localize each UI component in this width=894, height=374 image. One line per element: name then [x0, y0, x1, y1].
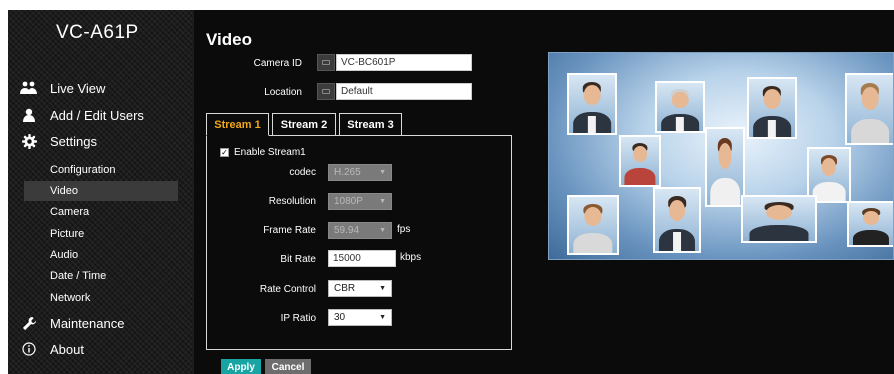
tab-stream-3[interactable]: Stream 3 [339, 113, 402, 136]
location-input[interactable] [336, 83, 472, 100]
nav-add-edit-users[interactable]: Add / Edit Users [18, 104, 144, 126]
page-title: Video [206, 30, 252, 49]
rate-control-value: CBR [334, 283, 356, 294]
cancel-button[interactable]: Cancel [265, 359, 311, 374]
bit-rate-input[interactable] [328, 250, 396, 267]
frame-rate-unit: fps [397, 224, 411, 235]
nav-label: About [50, 341, 84, 357]
person-photo [847, 201, 893, 247]
nav-live-view[interactable]: Live View [18, 77, 105, 99]
camera-id-label: Camera ID [253, 58, 302, 69]
enable-stream-checkbox[interactable]: ✓ [220, 148, 229, 157]
codec-value: H.265 [334, 167, 361, 178]
bit-rate-label: Bit Rate [280, 254, 316, 265]
location-label: Location [264, 87, 302, 98]
chevron-down-icon: ▼ [379, 198, 386, 205]
chevron-down-icon: ▼ [379, 169, 386, 176]
nav-label: Settings [50, 133, 97, 149]
resolution-label: Resolution [268, 196, 316, 207]
ip-ratio-label: IP Ratio [280, 313, 316, 324]
chevron-down-icon: ▼ [379, 314, 386, 321]
nav-camera[interactable]: Camera [24, 202, 178, 222]
nav-audio[interactable]: Audio [24, 245, 178, 265]
resolution-value: 1080P [334, 196, 363, 207]
codec-select: H.265 ▼ [328, 164, 392, 181]
app-window: VC-A61P Live View Add / Edit Users Setti… [8, 10, 894, 374]
person-photo [845, 73, 893, 145]
user-icon [18, 108, 40, 122]
frame-rate-label: Frame Rate [263, 225, 316, 236]
rate-control-label: Rate Control [259, 284, 316, 295]
enable-stream-row[interactable]: ✓ Enable Stream1 [220, 147, 306, 158]
nav-about[interactable]: About [18, 338, 84, 360]
nav-video[interactable]: Video [24, 181, 178, 201]
tab-stream-1[interactable]: Stream 1 [206, 113, 269, 136]
chevron-down-icon: ▼ [379, 227, 386, 234]
nav-network[interactable]: Network [24, 288, 178, 308]
frame-rate-value: 59.94 [334, 225, 360, 236]
resolution-select: 1080P ▼ [328, 193, 392, 210]
camera-id-input[interactable] [336, 54, 472, 71]
bit-rate-unit: kbps [400, 252, 422, 263]
person-photo [567, 195, 619, 255]
model-name: VC-A61P [56, 22, 139, 43]
rate-control-select[interactable]: CBR ▼ [328, 280, 392, 297]
nav-maintenance[interactable]: Maintenance [18, 312, 124, 334]
frame-rate-select: 59.94 ▼ [328, 222, 392, 239]
chevron-down-icon: ▼ [379, 285, 386, 292]
gear-icon [18, 133, 40, 149]
apply-button[interactable]: Apply [221, 359, 261, 374]
nav-date-time[interactable]: Date / Time [24, 266, 178, 286]
nav-configuration[interactable]: Configuration [24, 160, 178, 180]
person-photo [653, 187, 701, 253]
nav-label: Live View [50, 80, 106, 96]
nav-picture[interactable]: Picture [24, 224, 178, 244]
tab-stream-2[interactable]: Stream 2 [272, 113, 336, 136]
ip-ratio-select[interactable]: 30 ▼ [328, 309, 392, 326]
codec-label: codec [289, 167, 316, 178]
preview-image [548, 52, 894, 260]
person-photo [741, 195, 817, 243]
enable-stream-label: Enable Stream1 [234, 147, 306, 158]
info-icon [18, 342, 40, 356]
sidebar: VC-A61P Live View Add / Edit Users Setti… [8, 10, 194, 374]
nav-label: Maintenance [50, 315, 125, 331]
nav-settings[interactable]: Settings [18, 130, 97, 152]
nav-label: Add / Edit Users [50, 107, 144, 123]
person-photo [747, 77, 797, 139]
wrench-icon [18, 316, 40, 331]
person-photo [567, 73, 617, 135]
person-photo [705, 127, 745, 207]
people-icon [18, 81, 40, 95]
person-photo [619, 135, 661, 187]
lock-icon [317, 54, 335, 71]
lock-icon [317, 83, 335, 100]
ip-ratio-value: 30 [334, 312, 346, 323]
person-photo [655, 81, 705, 133]
